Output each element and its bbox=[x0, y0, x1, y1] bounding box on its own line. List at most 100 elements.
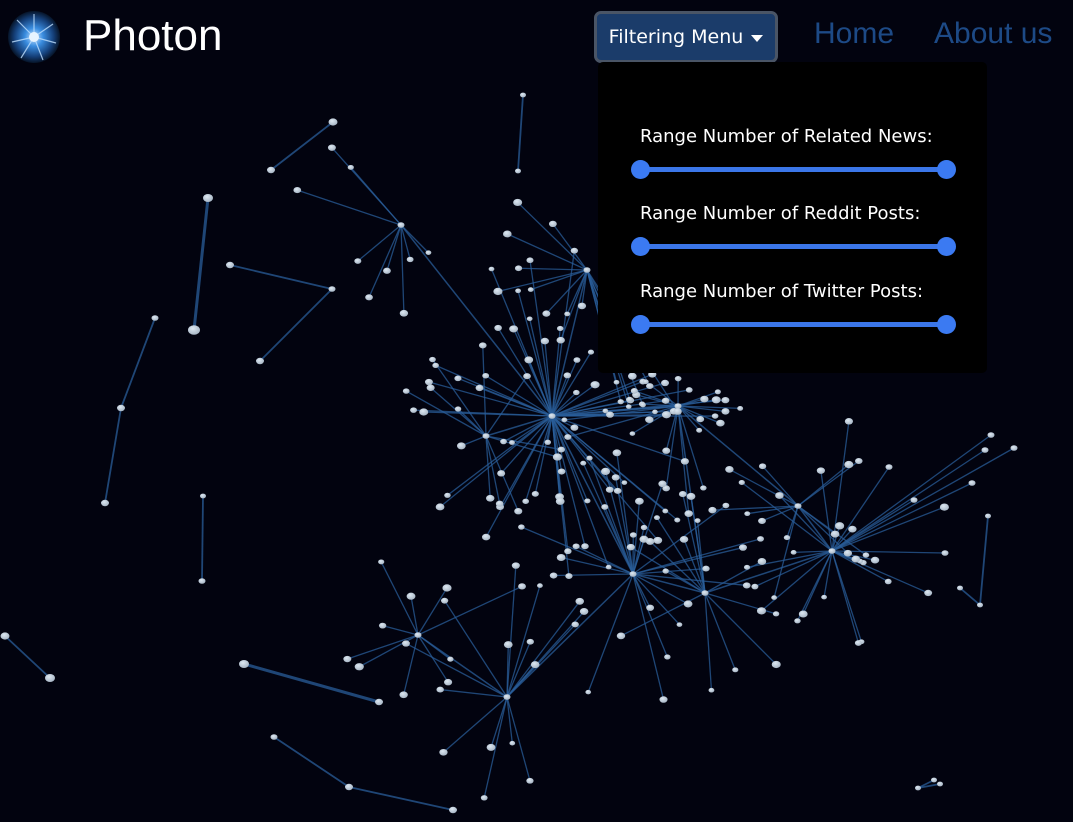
graph-node bbox=[270, 734, 278, 740]
graph-node bbox=[151, 315, 159, 321]
graph-node bbox=[345, 783, 353, 791]
graph-edge bbox=[4, 635, 51, 679]
graph-node bbox=[642, 379, 649, 385]
graph-node bbox=[658, 480, 667, 488]
graph-node bbox=[426, 384, 435, 391]
graph-edge bbox=[273, 736, 350, 788]
graph-node bbox=[436, 686, 444, 693]
graph-node bbox=[580, 460, 587, 466]
graph-edge bbox=[517, 94, 524, 172]
range-label-reddit-posts: Range Number of Reddit Posts: bbox=[640, 203, 921, 224]
graph-node bbox=[585, 689, 592, 695]
graph-edge bbox=[831, 550, 860, 644]
graph-node bbox=[45, 674, 55, 682]
graph-node bbox=[530, 661, 540, 669]
graph-node bbox=[924, 589, 933, 597]
graph-node bbox=[442, 584, 452, 592]
graph-node bbox=[794, 618, 801, 624]
graph-node bbox=[676, 622, 683, 627]
graph-node bbox=[587, 349, 595, 355]
graph-node bbox=[721, 396, 730, 404]
graph-node bbox=[481, 533, 491, 541]
graph-node bbox=[456, 442, 466, 450]
graph-node bbox=[884, 578, 892, 585]
graph-node bbox=[652, 409, 658, 415]
graph-node bbox=[293, 187, 302, 194]
graph-node bbox=[540, 337, 549, 345]
graph-edge bbox=[201, 495, 204, 582]
graph-node bbox=[570, 424, 579, 431]
graph-node bbox=[544, 439, 552, 445]
graph-node bbox=[605, 564, 612, 570]
graph-node bbox=[375, 698, 383, 706]
graph-edge bbox=[754, 550, 833, 588]
graph-node bbox=[565, 573, 573, 579]
graph-node bbox=[848, 525, 857, 533]
graph-node bbox=[198, 578, 206, 584]
graph-node bbox=[571, 621, 579, 628]
range-slider-related-news[interactable] bbox=[631, 160, 956, 179]
graph-edge bbox=[485, 375, 528, 437]
graph-node bbox=[482, 373, 490, 379]
graph-node bbox=[328, 286, 336, 292]
graph-node bbox=[439, 748, 448, 756]
graph-node bbox=[575, 597, 585, 605]
filtering-menu-button[interactable]: Filtering Menu bbox=[594, 11, 778, 63]
graph-edge bbox=[677, 405, 799, 507]
range-min-handle[interactable] bbox=[631, 237, 650, 256]
graph-node bbox=[354, 258, 362, 264]
graph-node bbox=[515, 168, 521, 174]
range-min-handle[interactable] bbox=[631, 315, 650, 334]
graph-edge bbox=[229, 264, 333, 290]
graph-edge bbox=[357, 224, 402, 262]
graph-node bbox=[0, 632, 10, 640]
graph-node bbox=[662, 508, 669, 514]
graph-node bbox=[711, 396, 721, 404]
graph-node bbox=[564, 311, 571, 317]
graph-node bbox=[527, 287, 534, 292]
graph-node bbox=[738, 479, 745, 485]
graph-edge bbox=[552, 223, 588, 271]
nav-link-about-us[interactable]: About us bbox=[934, 14, 1052, 54]
graph-node bbox=[497, 470, 506, 477]
graph-node bbox=[854, 640, 862, 646]
graph-node bbox=[756, 607, 767, 615]
graph-node bbox=[757, 558, 767, 565]
graph-node bbox=[454, 406, 462, 412]
photon-logo-icon[interactable] bbox=[7, 10, 61, 64]
nav-link-home[interactable]: Home bbox=[814, 14, 894, 54]
brand-title[interactable]: Photon bbox=[83, 10, 222, 62]
range-slider-twitter-posts[interactable] bbox=[631, 315, 956, 334]
graph-node bbox=[432, 362, 439, 369]
graph-node bbox=[1010, 445, 1018, 451]
graph-node bbox=[605, 486, 614, 493]
graph-node bbox=[561, 417, 568, 423]
range-min-handle[interactable] bbox=[631, 160, 650, 179]
graph-node bbox=[514, 507, 523, 515]
range-max-handle[interactable] bbox=[937, 315, 956, 334]
graph-node bbox=[523, 373, 531, 380]
graph-edge bbox=[831, 482, 973, 552]
graph-node bbox=[493, 287, 503, 296]
graph-node bbox=[488, 266, 495, 272]
graph-node bbox=[640, 524, 648, 531]
graph-node bbox=[480, 795, 488, 801]
graph-node bbox=[772, 611, 780, 617]
range-max-handle[interactable] bbox=[937, 237, 956, 256]
graph-node bbox=[685, 387, 693, 393]
graph-node bbox=[440, 597, 449, 604]
graph-node bbox=[722, 502, 730, 509]
graph-node bbox=[708, 506, 717, 514]
graph-edge bbox=[417, 634, 449, 683]
graph-node bbox=[397, 222, 405, 228]
graph-node bbox=[738, 544, 747, 551]
graph-node bbox=[444, 492, 451, 498]
range-slider-reddit-posts[interactable] bbox=[631, 237, 956, 256]
graph-edge bbox=[525, 415, 553, 502]
graph-node bbox=[602, 408, 609, 414]
graph-node bbox=[645, 537, 655, 545]
graph-node bbox=[200, 493, 206, 499]
graph-node bbox=[573, 389, 580, 396]
graph-node bbox=[495, 500, 504, 507]
range-max-handle[interactable] bbox=[937, 160, 956, 179]
